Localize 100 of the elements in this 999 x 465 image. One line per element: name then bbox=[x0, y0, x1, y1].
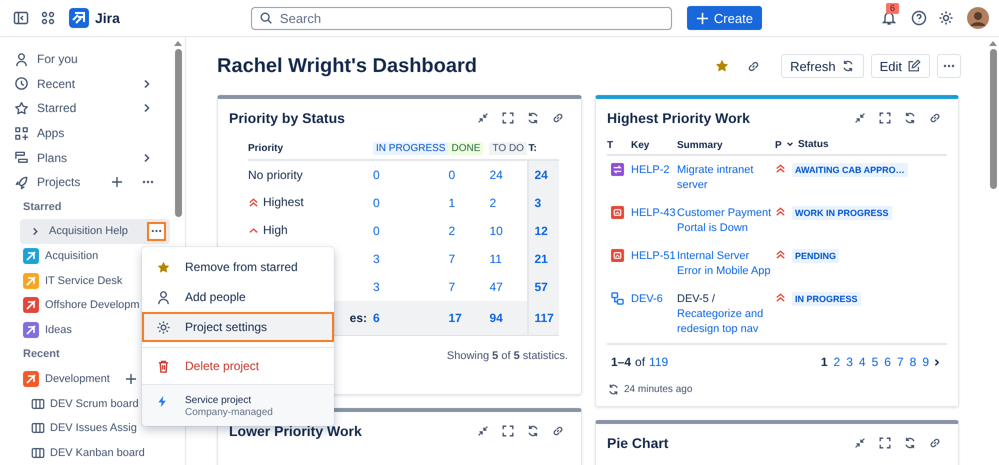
nav-item[interactable]: Projects bbox=[14, 170, 174, 195]
total-link[interactable]: 119 bbox=[649, 355, 668, 369]
highest-priority-icon bbox=[775, 206, 786, 217]
page-link[interactable]: 5 bbox=[872, 355, 878, 369]
nav-item[interactable]: Recent bbox=[14, 72, 174, 96]
logo-icon[interactable] bbox=[69, 8, 89, 28]
total-link[interactable]: 3 bbox=[534, 196, 542, 210]
search-field[interactable]: Search bbox=[250, 6, 672, 30]
count-link[interactable]: 17 bbox=[448, 311, 462, 325]
count-link[interactable]: 0 bbox=[373, 168, 380, 182]
issue-key-link[interactable]: DEV-6 bbox=[631, 293, 663, 305]
add-icon[interactable] bbox=[126, 374, 136, 384]
refresh-icon[interactable] bbox=[526, 110, 540, 124]
count-link[interactable]: 7 bbox=[448, 280, 456, 294]
minimize-icon[interactable] bbox=[476, 424, 490, 438]
count-link[interactable]: 6 bbox=[373, 311, 380, 325]
project-item[interactable]: Development bbox=[20, 366, 136, 392]
count-link[interactable]: 94 bbox=[489, 311, 503, 325]
nav-item[interactable]: Starred bbox=[14, 96, 174, 121]
column-header[interactable]: T bbox=[607, 140, 614, 150]
page-link[interactable]: 3 bbox=[846, 355, 853, 369]
menu-item[interactable]: Delete project bbox=[142, 348, 334, 384]
menu-item[interactable]: Project settings bbox=[142, 312, 334, 342]
help-icon[interactable] bbox=[911, 10, 927, 26]
count-link[interactable]: 0 bbox=[373, 196, 380, 210]
avatar[interactable] bbox=[967, 7, 989, 29]
nav-item[interactable]: Plans bbox=[14, 145, 174, 170]
page-link[interactable]: 1 bbox=[820, 355, 828, 369]
refresh-icon[interactable] bbox=[526, 424, 540, 438]
page-link[interactable]: 7 bbox=[896, 355, 904, 369]
project-item[interactable]: Acquisition bbox=[20, 244, 98, 268]
menu-item[interactable]: Remove from starred bbox=[142, 252, 334, 282]
refresh-icon[interactable] bbox=[607, 383, 620, 396]
issue-key-link[interactable]: HELP-43 bbox=[631, 207, 676, 219]
board-item[interactable]: DEV Kanban board bbox=[20, 440, 145, 465]
count-link[interactable]: 3 bbox=[373, 280, 380, 294]
edit-button[interactable]: Edit bbox=[870, 54, 930, 78]
column-header[interactable]: Key bbox=[631, 140, 650, 150]
next-page-icon[interactable] bbox=[933, 358, 941, 366]
count-link[interactable]: 0 bbox=[448, 168, 456, 182]
link-icon[interactable] bbox=[551, 424, 565, 438]
gadget-title: Highest Priority Work bbox=[607, 110, 751, 126]
issue-summary-link[interactable]: Internal Server Error in Mobile App bbox=[677, 249, 775, 279]
refresh-icon[interactable] bbox=[903, 436, 917, 450]
count-link[interactable]: 2 bbox=[448, 224, 456, 238]
count-link[interactable]: 47 bbox=[489, 280, 503, 294]
link-icon[interactable] bbox=[928, 436, 942, 450]
add-icon[interactable] bbox=[112, 177, 122, 188]
board-item[interactable]: DEV Issues Assig bbox=[20, 416, 137, 440]
sidebar-toggle-icon[interactable] bbox=[13, 10, 29, 26]
gadget-title: Lower Priority Work bbox=[229, 422, 363, 438]
issue-summary-link[interactable]: Migrate intranet server bbox=[677, 163, 775, 193]
project-item[interactable]: Acquisition Help bbox=[20, 219, 170, 244]
menu-item[interactable]: Add people bbox=[142, 282, 334, 312]
page-link[interactable]: 6 bbox=[884, 355, 891, 369]
page-link[interactable]: 8 bbox=[910, 355, 916, 369]
plus-icon bbox=[696, 12, 709, 24]
sort-caret-icon[interactable] bbox=[786, 140, 794, 148]
minimize-icon[interactable] bbox=[853, 110, 867, 124]
refresh-icon[interactable] bbox=[903, 110, 917, 124]
edit-icon bbox=[907, 59, 921, 73]
column-header[interactable]: Status bbox=[798, 138, 829, 150]
count-link[interactable]: 0 bbox=[373, 224, 380, 238]
create-button[interactable]: Create bbox=[686, 6, 762, 30]
count-link[interactable]: 1 bbox=[448, 196, 456, 210]
project-item[interactable]: IT Service Desk bbox=[20, 268, 122, 293]
refresh-button[interactable]: Refresh bbox=[781, 54, 864, 78]
minimize-icon[interactable] bbox=[476, 110, 490, 124]
issue-summary-link[interactable]: Recategorize and redesign top nav bbox=[677, 307, 775, 337]
link-icon[interactable] bbox=[928, 110, 942, 124]
app-switcher-icon[interactable] bbox=[40, 10, 56, 26]
count-link[interactable]: 3 bbox=[373, 252, 380, 266]
nav-item[interactable]: For you bbox=[14, 47, 174, 72]
updated-time: 24 minutes ago bbox=[624, 384, 692, 395]
minimize-icon[interactable] bbox=[853, 436, 867, 450]
fullscreen-icon[interactable] bbox=[501, 424, 515, 438]
fullscreen-icon[interactable] bbox=[878, 436, 892, 450]
more-icon[interactable] bbox=[142, 180, 154, 184]
nav-item[interactable]: Apps bbox=[14, 120, 174, 146]
project-item[interactable]: Offshore Developm bbox=[20, 292, 140, 318]
page-link[interactable]: 4 bbox=[858, 355, 866, 369]
count-link[interactable]: 2 bbox=[489, 196, 496, 210]
fullscreen-icon[interactable] bbox=[501, 110, 515, 124]
project-item[interactable]: Ideas bbox=[20, 318, 72, 342]
board-item[interactable]: DEV Scrum board bbox=[20, 391, 139, 416]
link-icon[interactable] bbox=[551, 110, 565, 124]
more-button[interactable] bbox=[147, 222, 166, 241]
star-icon[interactable] bbox=[714, 58, 730, 74]
count-link[interactable]: 24 bbox=[489, 168, 503, 182]
column-header[interactable]: Summary bbox=[677, 140, 723, 150]
issue-key-link[interactable]: HELP-51 bbox=[631, 250, 676, 262]
issue-key-link[interactable]: HELP-2 bbox=[631, 164, 670, 176]
page-link[interactable]: 9 bbox=[922, 355, 929, 369]
column-header[interactable]: P bbox=[775, 140, 782, 150]
count-link[interactable]: 7 bbox=[448, 252, 456, 266]
fullscreen-icon[interactable] bbox=[878, 110, 892, 124]
issue-summary-link[interactable]: Customer Payment Portal is Down bbox=[677, 206, 775, 236]
count-link[interactable]: 10 bbox=[489, 224, 503, 238]
page-link[interactable]: 2 bbox=[834, 355, 840, 369]
count-link[interactable]: 11 bbox=[489, 252, 502, 266]
